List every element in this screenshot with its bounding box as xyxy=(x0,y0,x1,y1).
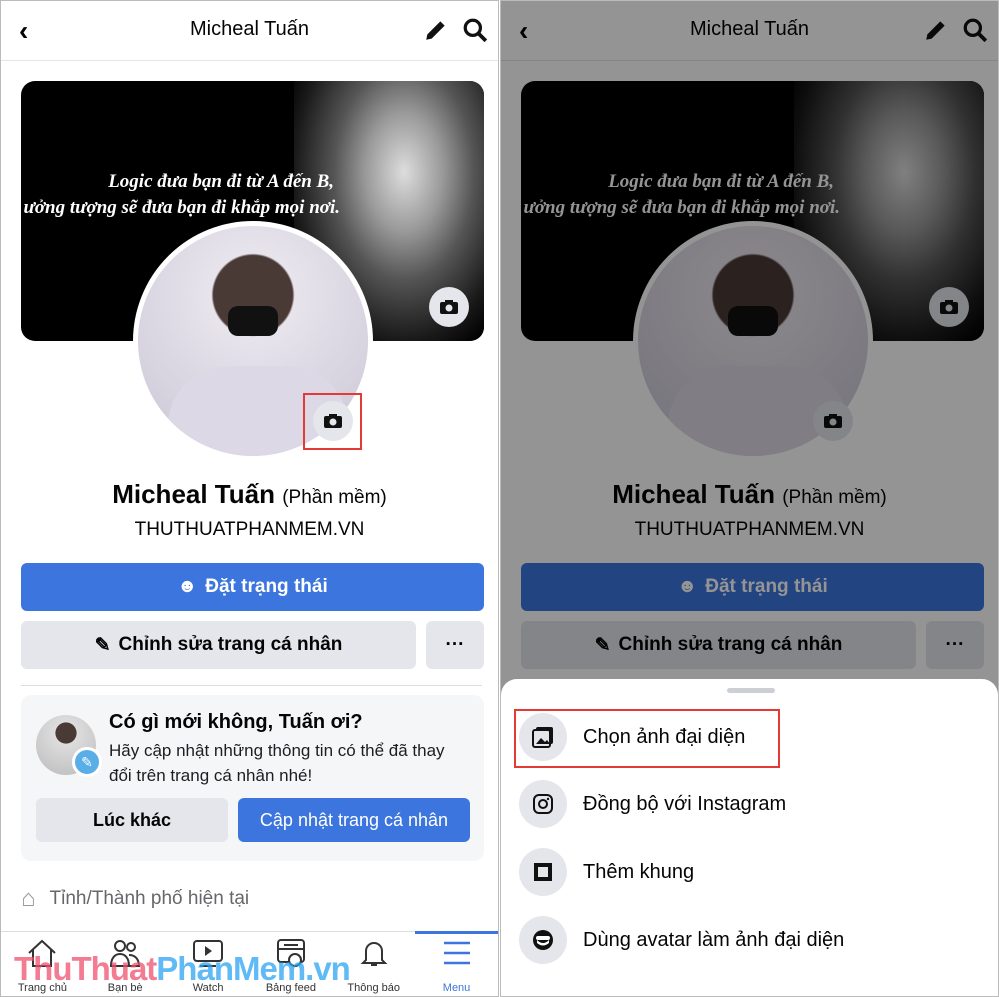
avatar-icon xyxy=(533,930,553,950)
update-profile-card: ✎ Có gì mới không, Tuấn ơi? Hãy cập nhật… xyxy=(21,695,484,861)
pencil-icon: ✎ xyxy=(94,634,111,656)
status-label: Đặt trạng thái xyxy=(205,576,328,597)
cover-camera-button[interactable] xyxy=(429,287,469,327)
edit-profile-button[interactable]: ✎ Chỉnh sửa trang cá nhân xyxy=(21,621,416,669)
house-icon: ⌂ xyxy=(21,885,36,912)
set-status-button[interactable]: ☻ Đặt trạng thái xyxy=(21,563,484,611)
nav-label: Menu xyxy=(442,982,471,994)
location-label: Tỉnh/Thành phố hiện tại xyxy=(49,888,250,909)
smiley-icon: ☻ xyxy=(177,576,198,597)
quote-line-1: Logic đưa bạn đi từ A đến B, xyxy=(108,171,334,192)
profile-picture-sheet: Chọn ảnh đại diện Đồng bộ với Instagram … xyxy=(501,679,998,996)
cover-quote: Logic đưa bạn đi từ A đến B, ưởng tượng … xyxy=(23,169,340,221)
edit-pencil-icon[interactable] xyxy=(423,17,449,43)
update-profile-button[interactable]: Cập nhật trang cá nhân xyxy=(238,798,470,842)
menu-icon xyxy=(443,941,470,965)
more-button[interactable]: ··· xyxy=(426,621,484,669)
quote-line-2: ưởng tượng sẽ đưa bạn đi khắp mọi nơi. xyxy=(23,197,340,218)
frame-icon xyxy=(534,863,552,881)
location-row[interactable]: ⌂ Tỉnh/Thành phố hiện tại xyxy=(21,885,249,913)
profile-website[interactable]: THUTHUATPHANMEM.VN xyxy=(1,519,498,541)
option-label: Dùng avatar làm ảnh đại diện xyxy=(583,928,845,951)
option-label: Thêm khung xyxy=(583,860,695,883)
instagram-icon xyxy=(533,794,553,814)
profile-screen-with-sheet: ‹ Micheal Tuấn Logic đưa bạn đi từ A đến… xyxy=(500,0,999,997)
highlight-box xyxy=(514,709,780,768)
option-label: Đồng bộ với Instagram xyxy=(583,792,787,815)
highlight-box xyxy=(303,393,362,450)
sync-instagram-option[interactable]: Đồng bộ với Instagram xyxy=(519,777,998,831)
watermark-part2: PhanMem.vn xyxy=(156,950,351,987)
use-avatar-option[interactable]: Dùng avatar làm ảnh đại diện xyxy=(519,913,998,967)
add-frame-option[interactable]: Thêm khung xyxy=(519,845,998,899)
bell-icon xyxy=(360,942,388,966)
pencil-badge-icon: ✎ xyxy=(72,747,102,777)
later-button[interactable]: Lúc khác xyxy=(36,798,228,842)
search-icon[interactable] xyxy=(462,17,488,43)
name-text: Micheal Tuấn xyxy=(112,479,275,509)
avatar-mask xyxy=(228,306,278,336)
nav-menu[interactable]: Menu xyxy=(415,931,498,996)
card-title: Có gì mới không, Tuấn ơi? xyxy=(109,711,363,733)
edit-label: Chỉnh sửa trang cá nhân xyxy=(118,634,343,655)
profile-name: Micheal Tuấn (Phần mềm) xyxy=(1,479,498,510)
card-avatar: ✎ xyxy=(36,715,102,777)
camera-icon xyxy=(440,300,458,314)
alt-name: (Phần mềm) xyxy=(282,487,387,508)
watermark-part1: ThuThuat xyxy=(14,950,157,987)
profile-screen: ‹ Micheal Tuấn Logic đưa bạn đi từ A đến… xyxy=(0,0,499,997)
watermark-logo: ThuThuatPhanMem.vn xyxy=(14,950,351,988)
sheet-handle[interactable] xyxy=(727,688,775,693)
card-text: Hãy cập nhật những thông tin có thể đã t… xyxy=(109,741,445,785)
top-bar: ‹ Micheal Tuấn xyxy=(1,1,498,61)
divider xyxy=(21,685,482,686)
